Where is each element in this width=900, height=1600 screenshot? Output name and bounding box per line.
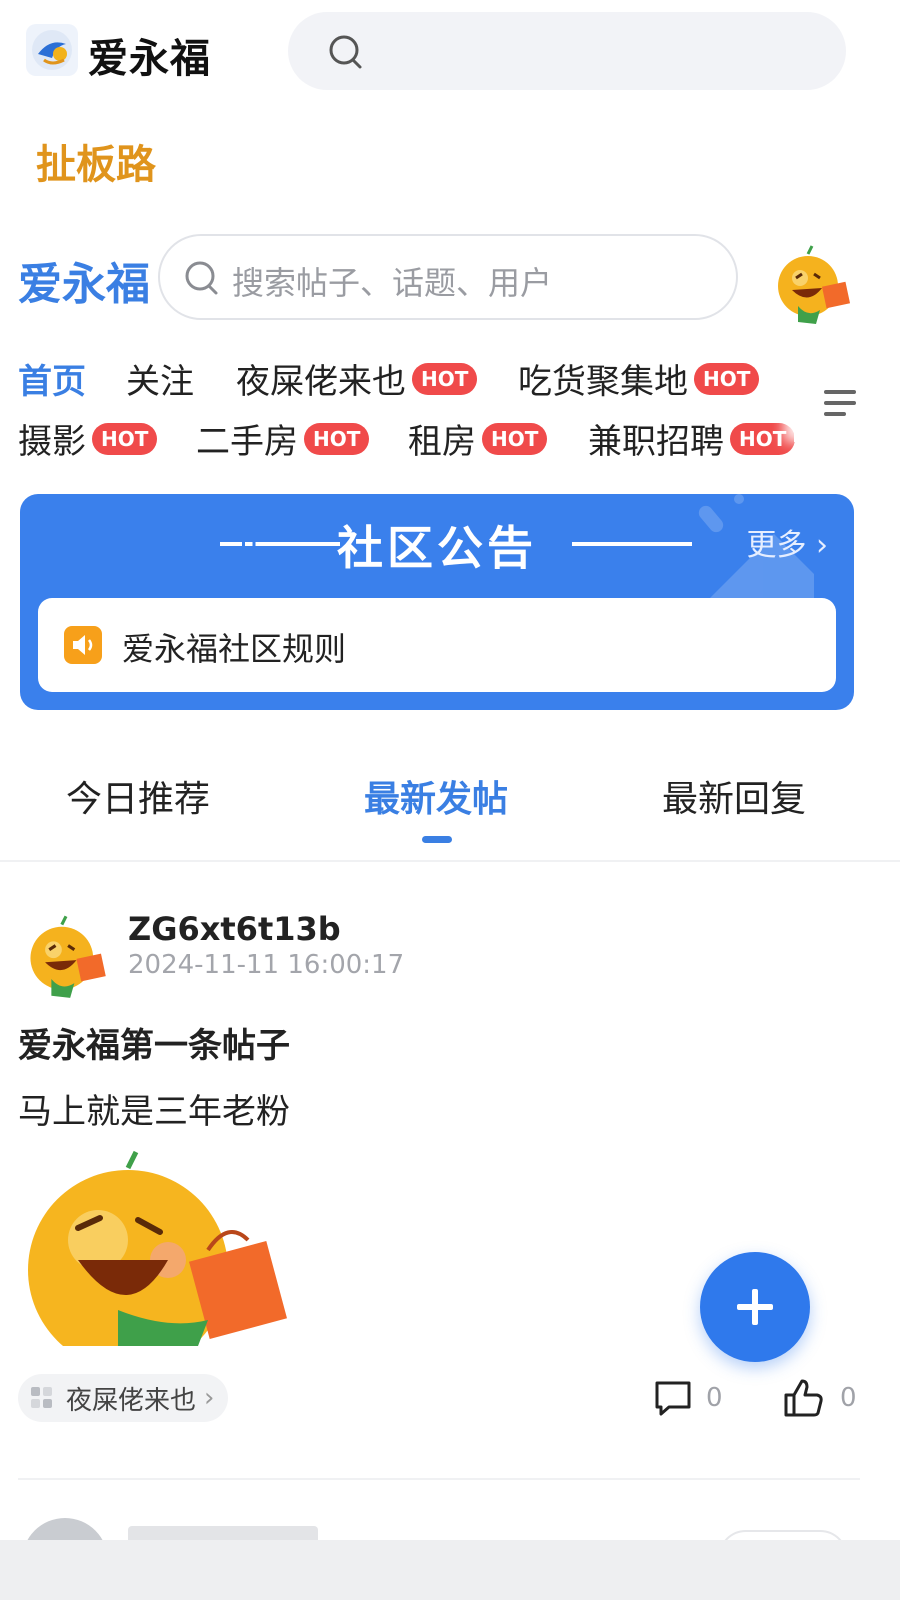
comment-button[interactable]: 0	[652, 1374, 723, 1422]
category-photography[interactable]: 摄影 HOT	[18, 414, 158, 463]
category-home[interactable]: 首页	[18, 354, 86, 403]
hot-badge: HOT	[412, 362, 478, 395]
app-logo-icon[interactable]	[26, 24, 78, 76]
search-icon	[185, 261, 218, 295]
post-body: 马上就是三年老粉	[18, 1092, 290, 1132]
category-follow[interactable]: 关注	[126, 354, 194, 403]
active-tab-indicator	[422, 836, 452, 843]
chevron-right-icon: ›	[204, 1383, 215, 1413]
forum-brand[interactable]: 爱永福	[18, 248, 150, 312]
bottom-bar	[0, 1540, 900, 1600]
tab-today-recommend[interactable]: 今日推荐	[66, 770, 210, 822]
announcement-item[interactable]: 爱永福社区规则	[38, 598, 836, 692]
category-jobs[interactable]: 兼职招聘 HOT	[588, 414, 796, 463]
hot-badge: HOT	[92, 422, 158, 455]
like-count: 0	[840, 1383, 857, 1413]
tab-latest-posts[interactable]: 最新发帖	[364, 770, 508, 822]
speaker-icon	[64, 626, 102, 664]
grid-icon	[31, 1387, 52, 1408]
hot-badge: HOT	[730, 422, 796, 455]
like-button[interactable]: 0	[782, 1374, 857, 1422]
hot-badge: HOT	[482, 422, 548, 455]
create-post-button[interactable]	[700, 1252, 810, 1362]
search-placeholder: 搜索帖子、话题、用户	[232, 264, 553, 302]
post-timestamp: 2024-11-11 16:00:17	[128, 950, 405, 980]
announcement-panel: 社区公告 更多 › 爱永福社区规则	[20, 494, 854, 710]
announcement-title: 社区公告	[337, 521, 537, 575]
category-night[interactable]: 夜屎佬来也 HOT	[236, 354, 478, 403]
category-foodie[interactable]: 吃货聚集地 HOT	[518, 354, 760, 403]
announcement-item-text: 爱永福社区规则	[122, 630, 347, 668]
hot-badge: HOT	[304, 422, 370, 455]
category-rent[interactable]: 租房 HOT	[408, 414, 548, 463]
post-title[interactable]: 爱永福第一条帖子	[18, 1018, 290, 1067]
category-second-hand-house[interactable]: 二手房 HOT	[196, 414, 370, 463]
user-avatar[interactable]	[768, 240, 856, 328]
top-search-bar[interactable]	[288, 12, 846, 90]
chevron-right-icon: ›	[806, 528, 828, 563]
post-image[interactable]	[18, 1150, 292, 1346]
search-icon	[329, 35, 362, 69]
header-link[interactable]: 扯板路	[36, 132, 156, 190]
post-author-avatar[interactable]	[20, 910, 112, 1002]
category-menu-icon[interactable]	[794, 366, 884, 442]
post-topic-tag[interactable]: 夜屎佬来也 ›	[18, 1374, 229, 1422]
divider	[0, 860, 900, 862]
post-topic-label: 夜屎佬来也	[66, 1385, 197, 1416]
hot-badge: HOT	[694, 362, 760, 395]
top-bar: 爱永福	[0, 0, 900, 100]
app-name: 爱永福	[88, 36, 211, 82]
comment-icon	[655, 1381, 691, 1416]
post-author-name[interactable]: ZG6xt6t13b	[128, 910, 341, 948]
announcement-more-link[interactable]: 更多 ›	[746, 520, 828, 564]
forum-search-input[interactable]: 搜索帖子、话题、用户	[158, 234, 738, 320]
tab-latest-replies[interactable]: 最新回复	[662, 770, 806, 822]
comment-count: 0	[706, 1383, 723, 1413]
thumbs-up-icon	[784, 1379, 823, 1417]
divider	[18, 1478, 860, 1480]
